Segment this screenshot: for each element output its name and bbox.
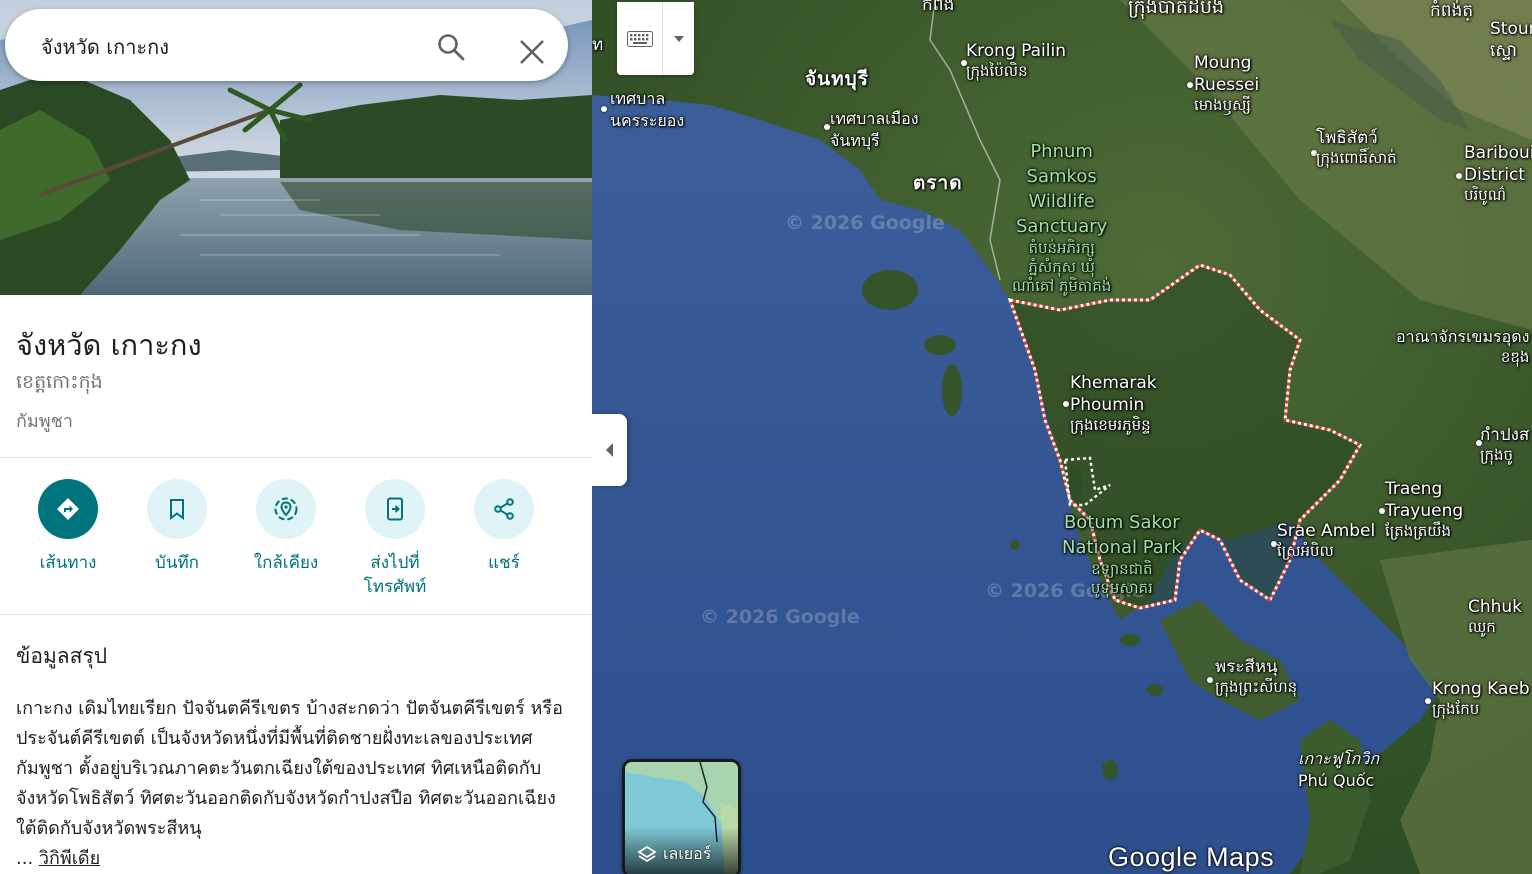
divider <box>0 614 592 615</box>
directions-button[interactable]: เส้นทาง <box>13 479 123 575</box>
layers-label: เลเยอร์ <box>663 844 712 863</box>
place-dot <box>1207 677 1213 683</box>
bookmark-icon <box>170 499 184 520</box>
map-label-khemarak-phoumin[interactable]: Khemarak Phoumin ក្រុងខេមរភូមិន្ទ <box>1070 372 1157 435</box>
place-dot <box>601 106 607 112</box>
map-label: ក្រុងបាត់ដំបង <box>1128 0 1225 18</box>
keyboard-button[interactable] <box>617 2 663 75</box>
divider <box>0 457 592 458</box>
share-label: แชร์ <box>488 553 520 573</box>
share-icon <box>494 498 514 520</box>
place-country: กัมพูชา <box>16 411 73 432</box>
place-dot <box>1187 82 1193 88</box>
map-label-cambodia[interactable]: อาณาจักรเขมรอุดง ខឌុង <box>1396 326 1529 367</box>
send-to-phone-icon <box>387 497 403 521</box>
map-label-chanthaburi[interactable]: จันทบุรี <box>805 68 869 90</box>
chevron-left-icon <box>605 443 613 457</box>
map-label: ท <box>592 35 604 55</box>
place-title: จังหวัด เกาะกง <box>16 328 202 362</box>
map-label-kampong-speu[interactable]: กำปงส ក្រុងចូ <box>1480 424 1529 465</box>
caret-down-icon <box>673 35 684 42</box>
collapse-panel-button[interactable] <box>592 414 627 486</box>
map-label: ស្ទោ <box>1490 41 1517 61</box>
place-dot <box>1425 698 1431 704</box>
place-photo[interactable]: จังหวัด เกาะกง <box>0 0 592 295</box>
share-button[interactable]: แชร์ <box>449 479 559 575</box>
map-label-srae-ambel[interactable]: Srae Ambel ស្រែអំបិល <box>1277 520 1375 561</box>
search-box[interactable]: จังหวัด เกาะกง <box>5 9 568 81</box>
map-label-phnum-samkos[interactable]: Phnum Samkos Wildlife Sanctuary តំបន់អភិរក្… <box>1012 139 1111 296</box>
map-label-pursat[interactable]: โพธิสัตว์ ក្រុងពោធិ៍សាត់ <box>1316 127 1397 168</box>
place-native-name: ខេត្តកោះកុង <box>16 371 103 393</box>
share-circle <box>474 479 534 539</box>
map-label-sihanoukville[interactable]: พระสีหนุ ក្រុងព្រះសីហនុ <box>1215 656 1297 697</box>
map-label-chhuk[interactable]: Chhuk ឈូក <box>1468 596 1522 637</box>
summary-heading: ข้อมูลสรุป <box>16 644 108 668</box>
layers-label-wrap: เลเยอร์ <box>637 842 711 867</box>
map-label: កំពង់ត្ <box>1430 1 1474 21</box>
map-label-bariboui[interactable]: Bariboui District បរិបូណ៌ <box>1464 142 1532 205</box>
nearby-icon <box>274 497 298 521</box>
google-maps-logo: Google Maps <box>1108 842 1275 872</box>
close-icon[interactable] <box>517 37 547 67</box>
map-watermark: © 2026 Google <box>785 212 945 234</box>
save-circle <box>147 479 207 539</box>
search-input[interactable]: จังหวัด เกาะกง <box>41 31 169 63</box>
keyboard-icon <box>626 30 653 47</box>
keyboard-dropdown-button[interactable] <box>663 2 694 75</box>
map-watermark: © 2026 Google <box>700 606 860 628</box>
nearby-button[interactable]: ใกล้เคียง <box>231 479 341 575</box>
map-label-botum-sakor[interactable]: Botum Sakor National Park ឧទ្យានជាតិ បូទុម… <box>1062 510 1182 598</box>
map-label-kep[interactable]: Krong Kaeb ក្រុងកែប <box>1432 678 1530 719</box>
map-label-chanthaburi-municipality[interactable]: เทศบาลเมือง จันทบุรี <box>830 108 919 152</box>
place-panel: จังหวัด เกาะกง จังหวัด เกาะกง ខេត្តកោះកុ… <box>0 0 592 874</box>
nearby-circle <box>256 479 316 539</box>
search-icon[interactable] <box>436 32 466 62</box>
wikipedia-link[interactable]: วิกิพีเดีย <box>39 848 100 869</box>
send-to-phone-button[interactable]: ส่งไปที่ โทรศัพท์ <box>340 479 450 599</box>
send-to-phone-label: ส่งไปที่ โทรศัพท์ <box>363 553 427 597</box>
directions-circle <box>38 479 98 539</box>
layers-icon <box>637 845 657 862</box>
send-to-phone-circle <box>365 479 425 539</box>
map-label-trat[interactable]: ตราด <box>913 172 963 194</box>
map-label: កំពង់ <box>922 0 955 15</box>
map-label-pailin[interactable]: Krong Pailin ក្រុងប៉ៃលិន <box>966 40 1066 81</box>
directions-label: เส้นทาง <box>39 553 97 573</box>
save-button[interactable]: บันทึก <box>122 479 232 575</box>
input-tools <box>617 2 694 75</box>
map-label-traeng-trayueng[interactable]: Traeng Trayueng ត្រែងត្រយឹង <box>1385 478 1463 541</box>
summary-text: เกาะกง เดิมไทยเรียก ปัจจันตคีรีเขตร บ้าง… <box>16 698 563 869</box>
directions-icon <box>57 498 79 520</box>
map-label-moung-ruessei[interactable]: Moung Ruessei មោងឫស្សី <box>1194 52 1259 115</box>
place-dot <box>1063 401 1069 407</box>
layers-button[interactable]: เลเยอร์ <box>622 759 741 874</box>
map-label-phu-quoc[interactable]: เกาะฟูโกวิก Phú Quốc <box>1298 748 1379 792</box>
nearby-label: ใกล้เคียง <box>253 553 319 573</box>
save-label: บันทึก <box>155 553 199 573</box>
map-label: Stour <box>1490 19 1532 39</box>
map-label-rayong[interactable]: เทศบาล นครระยอง <box>610 88 684 132</box>
place-dot <box>1456 173 1462 179</box>
